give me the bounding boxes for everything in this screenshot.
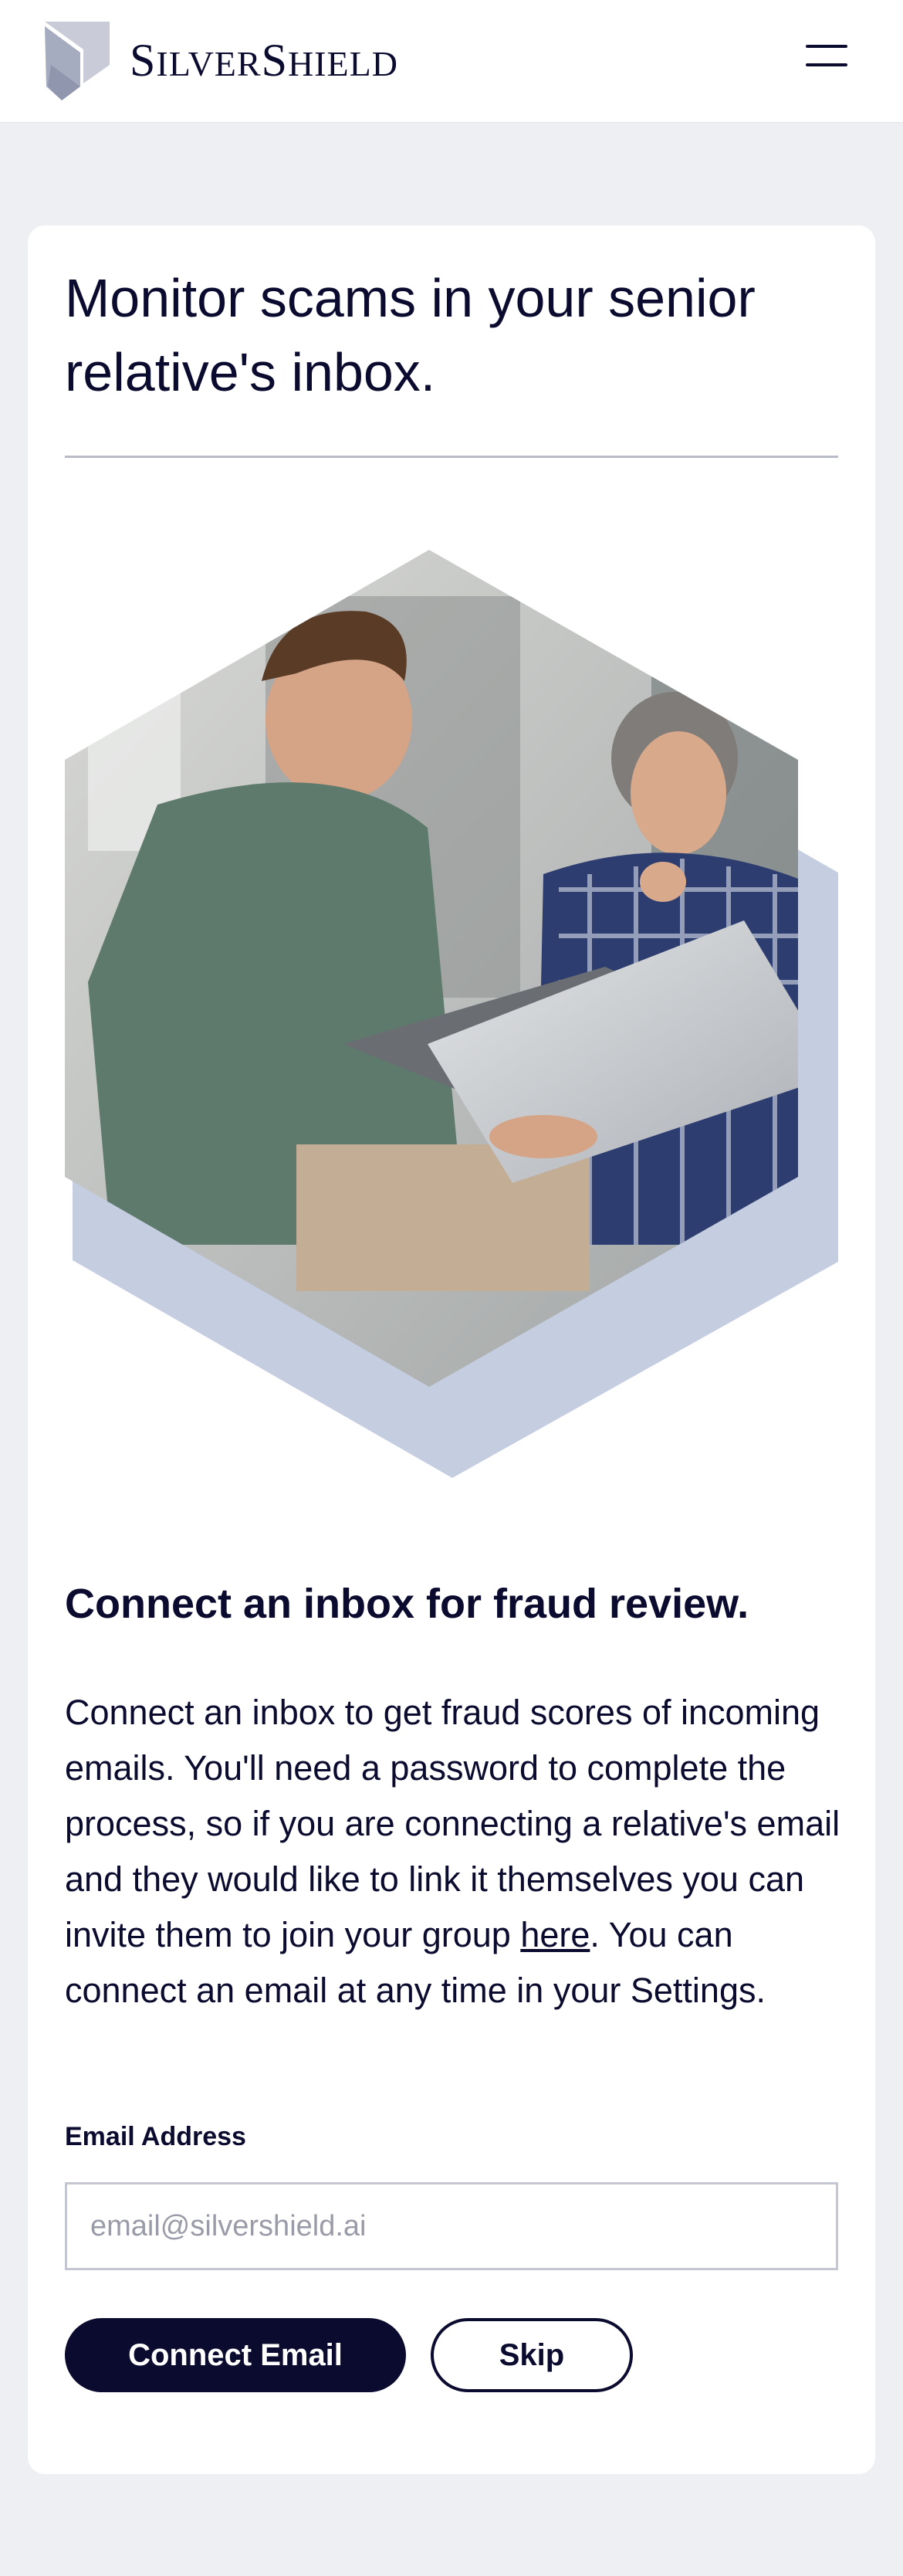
skip-button[interactable]: Skip [431,2318,633,2392]
page-title: Monitor scams in your senior relative's … [65,268,756,402]
email-field[interactable] [65,2182,838,2270]
invite-link[interactable]: here [520,1915,590,1954]
hamburger-menu-icon[interactable] [803,37,851,74]
brand-initial-2: S [261,35,288,86]
brand-word-2: HIELD [287,44,398,83]
onboarding-card: Monitor scams in your senior relative's … [28,225,875,2474]
hero-image [65,550,838,1486]
brand-logo[interactable]: SILVERSHIELD [130,34,398,87]
brand-initial-1: S [130,35,157,86]
shield-icon[interactable] [45,22,110,100]
section-title: Connect an inbox for fraud review. [65,1581,749,1627]
email-label: Email Address [65,2122,246,2151]
brand-word-1: ILVER [156,44,262,83]
site-header: SILVERSHIELD [0,0,903,123]
connect-email-button[interactable]: Connect Email [65,2318,406,2392]
description-text: Connect an inbox to get fraud scores of … [65,1685,844,2018]
hero-photo-illustration [65,550,838,1478]
divider [65,456,838,458]
